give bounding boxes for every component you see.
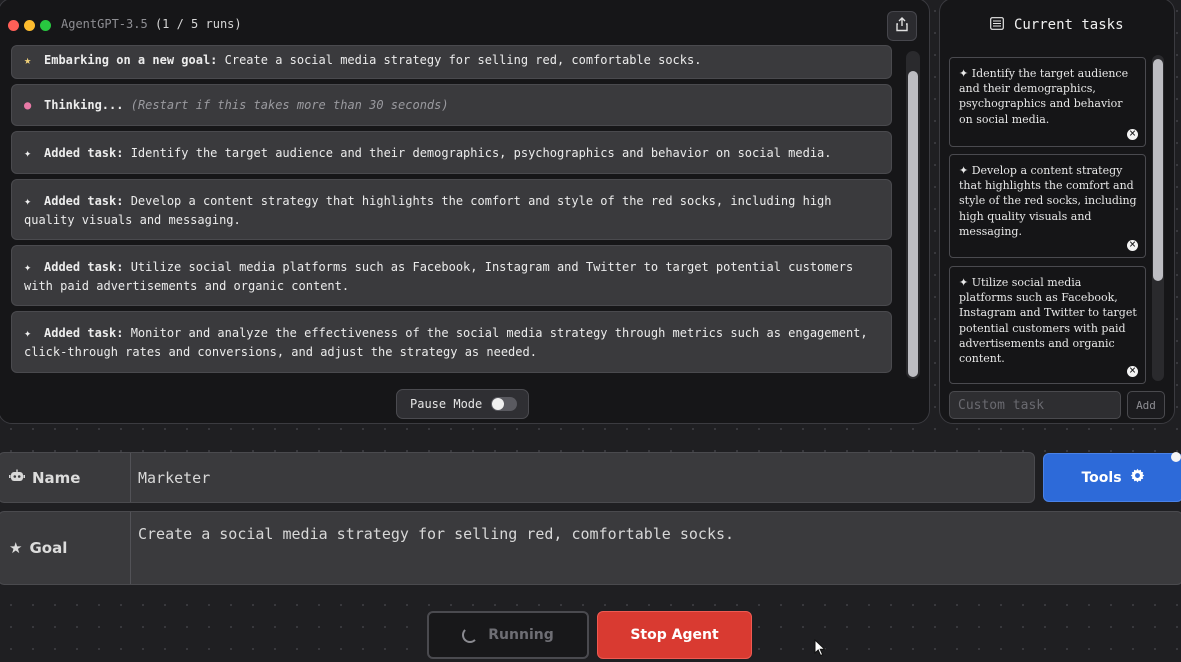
stop-agent-button[interactable]: Stop Agent <box>597 611 752 659</box>
message-added-task: ✦ Added task: Utilize social media platfo… <box>11 245 892 306</box>
running-button[interactable]: Running <box>427 611 589 659</box>
goal-label-cell: ★ Goal <box>0 512 131 584</box>
pause-mode-switch[interactable] <box>491 397 518 411</box>
goal-input[interactable]: Create a social media strategy for selli… <box>138 525 1168 543</box>
minimize-dot-icon[interactable] <box>24 20 35 31</box>
spinner-icon <box>462 627 479 643</box>
chat-window: AgentGPT-3.5 (1 / 5 runs) ★ Embarking on … <box>0 0 930 424</box>
name-label: Name <box>32 468 81 487</box>
app-name: AgentGPT-3.5 <box>61 17 148 31</box>
list-icon <box>990 17 1013 33</box>
pin-icon: ✦ <box>24 146 32 160</box>
current-tasks-panel: Current tasks ✦ Identify the target audi… <box>939 0 1175 424</box>
name-row: Name Marketer <box>0 452 1035 503</box>
tools-button[interactable]: Tools <box>1043 453 1181 502</box>
tools-label: Tools <box>1081 469 1122 486</box>
chat-title: AgentGPT-3.5 (1 / 5 runs) <box>61 17 242 31</box>
task-card: ✦ Develop a content strategy that highli… <box>949 154 1146 258</box>
task-card: ✦ Utilize social media platforms such as… <box>949 266 1146 384</box>
share-icon <box>895 16 909 36</box>
name-label-cell: Name <box>0 453 131 502</box>
pin-icon: ✦ <box>24 194 32 208</box>
pin-icon: ✦ <box>24 260 32 274</box>
message-added-task: ✦ Added task: Monitor and analyze the eff… <box>11 311 892 373</box>
pin-icon: ✦ <box>24 326 32 340</box>
robot-icon <box>9 469 25 487</box>
run-counter: (1 / 5 runs) <box>154 17 242 31</box>
message-added-task: ✦ Added task: Develop a content strategy … <box>11 179 892 240</box>
task-card: ✦ Identify the target audience and their… <box>949 57 1146 147</box>
gear-icon <box>1130 468 1145 487</box>
pause-mode-toggle[interactable]: Pause Mode <box>396 389 529 419</box>
switch-knob <box>492 398 505 410</box>
tasks-scroll-thumb[interactable] <box>1153 59 1163 281</box>
remove-task-icon[interactable]: × <box>1127 129 1138 140</box>
goal-label: Goal <box>29 539 68 557</box>
pin-icon: ✦ <box>959 164 969 177</box>
message-thinking: ● Thinking... (Restart if this takes more… <box>11 84 892 126</box>
name-input[interactable]: Marketer <box>138 469 1018 487</box>
brain-icon: ● <box>24 98 32 112</box>
pause-mode-label: Pause Mode <box>410 397 483 411</box>
tasks-title: Current tasks <box>1013 17 1124 33</box>
remove-task-icon[interactable]: × <box>1127 366 1138 377</box>
tasks-scrollbar[interactable] <box>1152 55 1164 381</box>
maximize-dot-icon[interactable] <box>40 20 51 31</box>
remove-task-icon[interactable]: × <box>1127 240 1138 251</box>
message-goal: ★ Embarking on a new goal: Create a socia… <box>11 45 892 79</box>
mouse-cursor-icon <box>814 638 826 661</box>
window-controls <box>8 20 51 31</box>
goal-row: ★ Goal Create a social media strategy fo… <box>0 511 1181 585</box>
star-icon: ★ <box>24 53 32 67</box>
tools-indicator-dot <box>1171 452 1181 462</box>
tasks-header: Current tasks <box>940 17 1174 33</box>
close-dot-icon[interactable] <box>8 20 19 31</box>
custom-task-input[interactable] <box>949 391 1121 419</box>
chat-scroll-thumb[interactable] <box>908 71 918 377</box>
message-added-task: ✦ Added task: Identify the target audienc… <box>11 131 892 174</box>
running-label: Running <box>488 627 554 643</box>
add-task-button[interactable]: Add <box>1127 391 1165 419</box>
pin-icon: ✦ <box>959 276 969 289</box>
star-icon: ★ <box>9 539 23 557</box>
share-button[interactable] <box>887 11 917 41</box>
chat-scrollbar[interactable] <box>906 51 920 379</box>
pin-icon: ✦ <box>959 67 969 80</box>
